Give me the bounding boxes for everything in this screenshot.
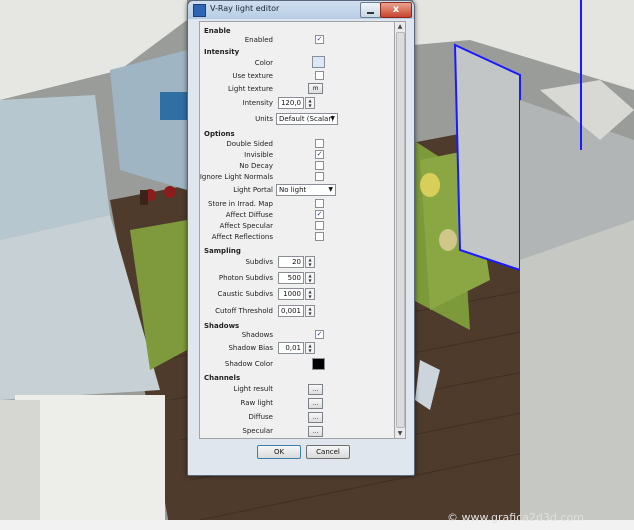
minimize-button[interactable]: [360, 2, 381, 18]
affect-specular-checkbox[interactable]: [315, 221, 324, 230]
light-texture-button[interactable]: m: [308, 83, 323, 94]
cutoff-threshold-spinner[interactable]: ▲ ▼: [305, 305, 315, 317]
section-sampling: Sampling: [204, 247, 241, 255]
enabled-label: Enabled: [244, 36, 273, 44]
shadow-bias-input[interactable]: 0,01: [278, 342, 304, 354]
affect-specular-label: Affect Specular: [219, 222, 273, 230]
section-channels: Channels: [204, 374, 241, 382]
specular-button[interactable]: ...: [308, 426, 323, 437]
light-result-button[interactable]: ...: [308, 384, 323, 395]
store-irrad-checkbox[interactable]: [315, 199, 324, 208]
specular-label: Specular: [242, 427, 273, 435]
caustic-subdivs-label: Caustic Subdivs: [217, 290, 273, 298]
intensity-spinner[interactable]: ▲ ▼: [305, 97, 315, 109]
subdivs-input[interactable]: 20: [278, 256, 304, 268]
app-icon: [193, 4, 206, 17]
scrollbar-thumb[interactable]: [396, 32, 405, 428]
units-value: Default (Scalar): [279, 115, 334, 123]
chevron-down-icon: ▼: [328, 186, 333, 193]
affect-diffuse-checkbox[interactable]: ✓: [315, 210, 324, 219]
ok-button[interactable]: OK: [257, 445, 301, 459]
watermark-text: © www.grafica2d3d.com: [447, 511, 584, 524]
photon-subdivs-label: Photon Subdivs: [218, 274, 273, 282]
intensity-label: Intensity: [242, 99, 273, 107]
section-intensity: Intensity: [204, 48, 240, 56]
color-label: Color: [254, 59, 273, 67]
use-texture-checkbox[interactable]: [315, 71, 324, 80]
light-texture-label: Light texture: [228, 85, 273, 93]
light-portal-value: No light: [279, 186, 307, 194]
light-result-label: Light result: [233, 385, 274, 393]
double-sided-label: Double Sided: [226, 140, 273, 148]
cancel-button[interactable]: Cancel: [306, 445, 350, 459]
shadows-checkbox[interactable]: ✓: [315, 330, 324, 339]
invisible-checkbox[interactable]: ✓: [315, 150, 324, 159]
units-dropdown[interactable]: Default (Scalar) ▼: [276, 113, 338, 125]
double-sided-checkbox[interactable]: [315, 139, 324, 148]
settings-panel: Enable Enabled ✓ Intensity Color Use tex…: [199, 21, 396, 439]
diffuse-label: Diffuse: [248, 413, 273, 421]
invisible-label: Invisible: [244, 151, 273, 159]
intensity-input[interactable]: 120,0: [278, 97, 304, 109]
title-bar[interactable]: V-Ray light editor x: [188, 1, 414, 19]
ignore-light-normals-checkbox[interactable]: [315, 172, 324, 181]
store-irrad-label: Store in Irrad. Map: [208, 200, 273, 208]
vertical-scrollbar[interactable]: ▲ ▼: [394, 21, 406, 439]
light-portal-label: Light Portal: [233, 186, 273, 194]
shadows-label: Shadows: [241, 331, 273, 339]
close-button[interactable]: x: [380, 2, 412, 18]
units-label: Units: [255, 115, 273, 123]
section-shadows: Shadows: [204, 322, 240, 330]
color-swatch[interactable]: [312, 56, 325, 68]
no-decay-checkbox[interactable]: [315, 161, 324, 170]
window-title: V-Ray light editor: [210, 4, 280, 13]
subdivs-label: Subdivs: [245, 258, 273, 266]
chevron-down-icon: ▼: [330, 115, 335, 122]
ignore-light-normals-label: Ignore Light Normals: [199, 173, 273, 181]
cutoff-threshold-label: Cutoff Threshold: [215, 307, 273, 315]
use-texture-label: Use texture: [232, 72, 273, 80]
subdivs-spinner[interactable]: ▲ ▼: [305, 256, 315, 268]
raw-light-button[interactable]: ...: [308, 398, 323, 409]
enabled-checkbox[interactable]: ✓: [315, 35, 324, 44]
section-enable: Enable: [204, 27, 231, 35]
vray-light-editor-window: V-Ray light editor x Enable Enabled ✓ In…: [187, 0, 415, 476]
scroll-down-arrow-icon[interactable]: ▼: [395, 429, 405, 438]
shadow-bias-spinner[interactable]: ▲ ▼: [305, 342, 315, 354]
caustic-subdivs-spinner[interactable]: ▲ ▼: [305, 288, 315, 300]
scroll-up-arrow-icon[interactable]: ▲: [395, 22, 405, 31]
cutoff-threshold-input[interactable]: 0,001: [278, 305, 304, 317]
photon-subdivs-input[interactable]: 500: [278, 272, 304, 284]
light-portal-dropdown[interactable]: No light ▼: [276, 184, 336, 196]
raw-light-label: Raw light: [240, 399, 273, 407]
affect-reflections-label: Affect Reflections: [211, 233, 273, 241]
affect-reflections-checkbox[interactable]: [315, 232, 324, 241]
shadow-color-swatch[interactable]: [312, 358, 325, 370]
photon-subdivs-spinner[interactable]: ▲ ▼: [305, 272, 315, 284]
diffuse-button[interactable]: ...: [308, 412, 323, 423]
shadow-bias-label: Shadow Bias: [228, 344, 273, 352]
caustic-subdivs-input[interactable]: 1000: [278, 288, 304, 300]
no-decay-label: No Decay: [239, 162, 273, 170]
affect-diffuse-label: Affect Diffuse: [225, 211, 273, 219]
shadow-color-label: Shadow Color: [224, 360, 273, 368]
section-options: Options: [204, 130, 235, 138]
